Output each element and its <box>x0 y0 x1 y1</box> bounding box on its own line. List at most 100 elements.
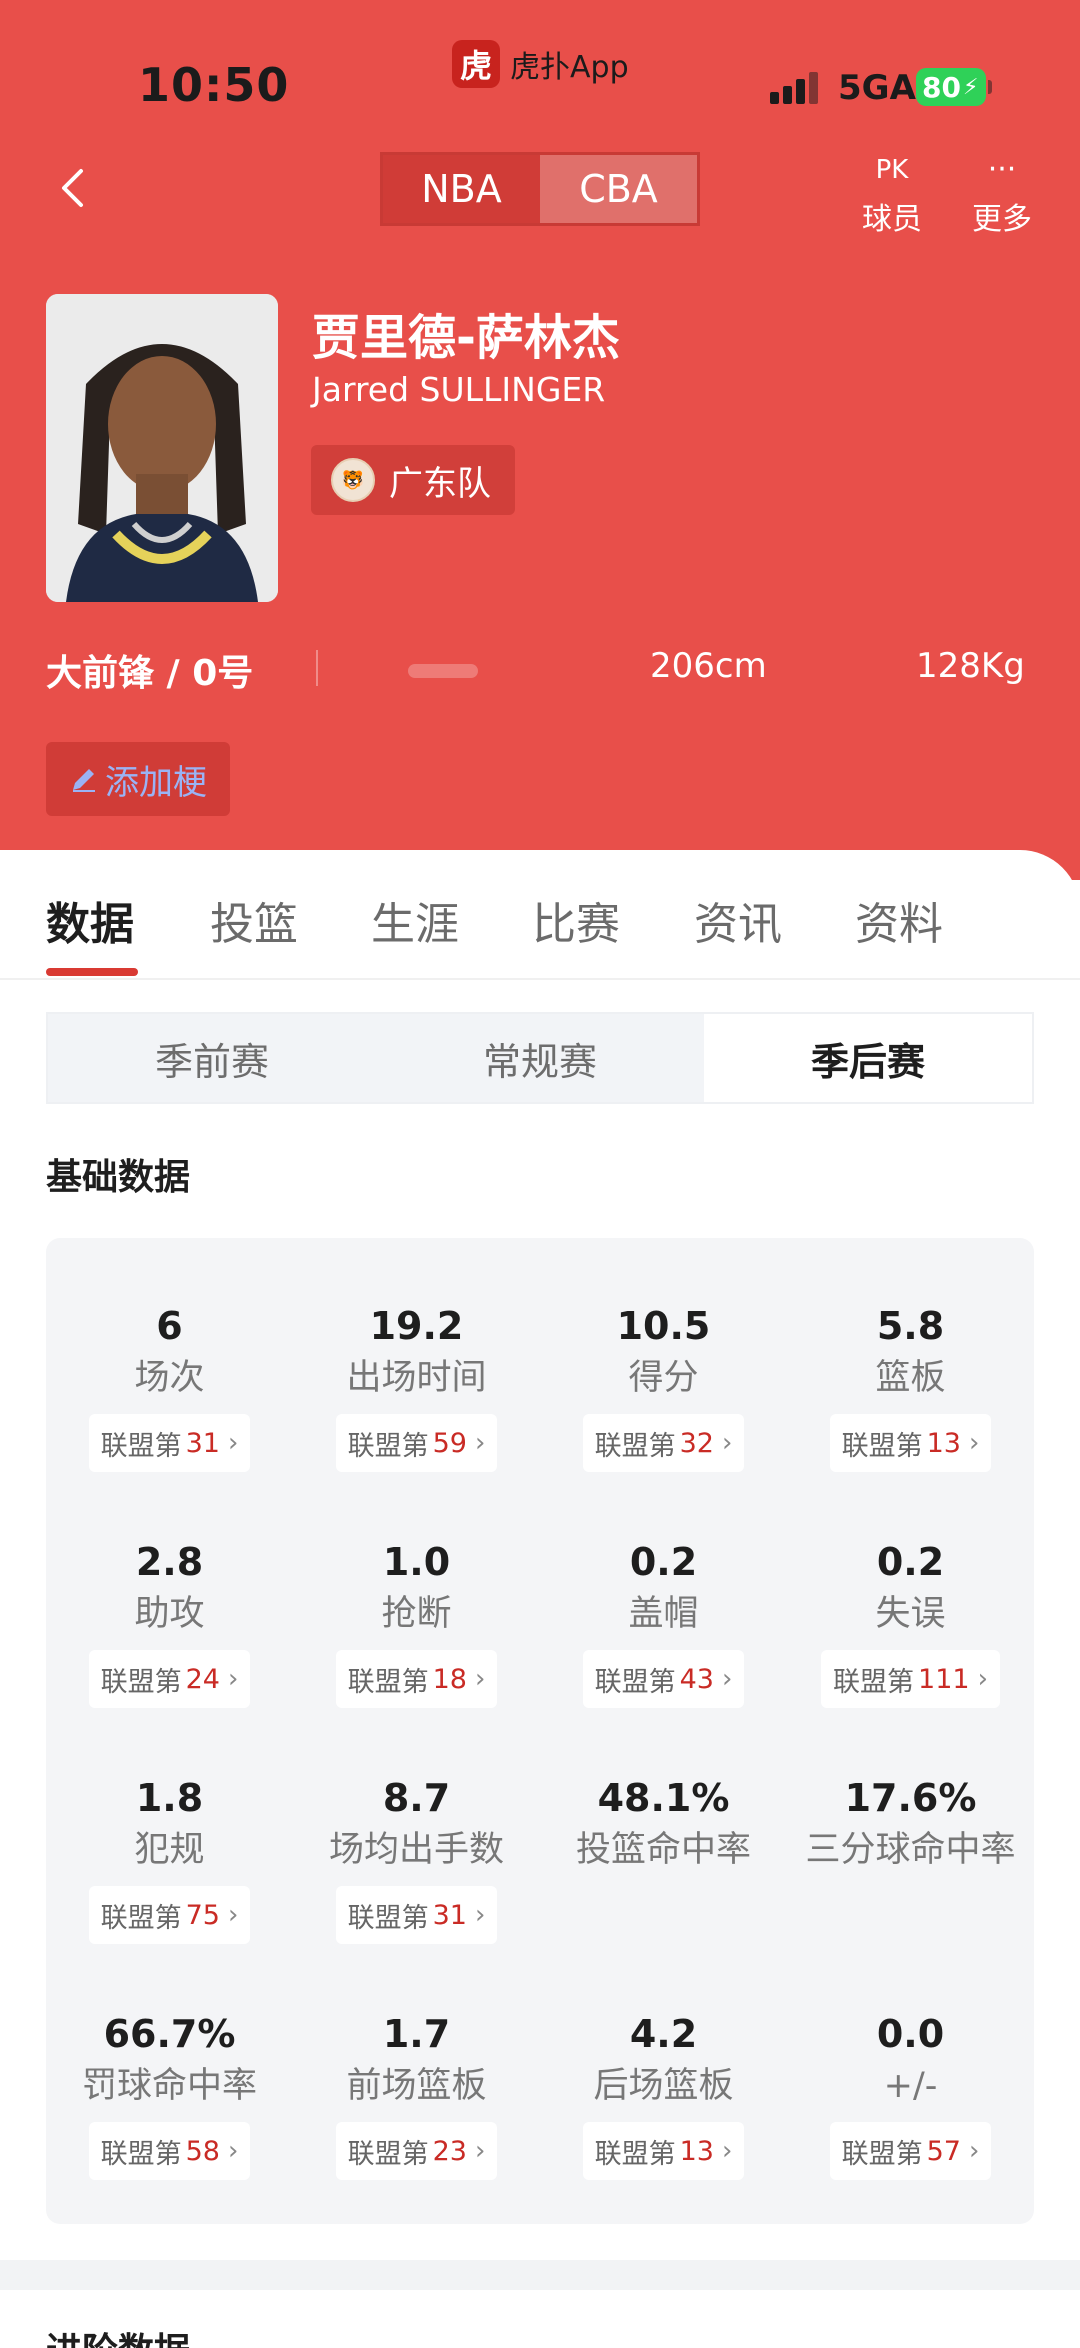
rank-prefix: 联盟第 <box>347 1666 429 1698</box>
league-rank-button[interactable]: 联盟第 31 › <box>88 1414 251 1472</box>
league-rank-button[interactable]: 联盟第 111 › <box>821 1650 1000 1708</box>
add-meme-button[interactable]: 添加梗 <box>46 742 230 816</box>
league-rank-button[interactable]: 联盟第 59 › <box>335 1414 498 1472</box>
cell-signal-icon <box>770 70 822 104</box>
season-preseason[interactable]: 季前赛 <box>48 1014 376 1102</box>
tab-career[interactable]: 生涯 <box>371 888 459 952</box>
more-icon: ··· <box>987 152 1017 187</box>
rank-number: 32 <box>679 1427 714 1459</box>
league-rank-button[interactable]: 联盟第 57 › <box>829 2122 992 2180</box>
league-rank-button[interactable]: 联盟第 43 › <box>582 1650 745 1708</box>
stat-label: 得分 <box>628 1358 699 1398</box>
tab-shooting[interactable]: 投篮 <box>210 888 298 952</box>
stat-label: 场次 <box>134 1358 205 1398</box>
league-rank-button[interactable]: 联盟第 18 › <box>335 1650 498 1708</box>
rank-prefix: 联盟第 <box>100 1430 182 1462</box>
info-divider <box>316 650 318 686</box>
season-playoffs[interactable]: 季后赛 <box>704 1014 1032 1102</box>
position-number: 大前锋 / 0号 <box>46 653 254 694</box>
league-rank-button[interactable]: 联盟第 75 › <box>88 1886 251 1944</box>
tab-data[interactable]: 数据 <box>46 888 134 952</box>
chevron-right-icon: › <box>227 1664 239 1694</box>
tab-nba[interactable]: NBA <box>383 155 540 223</box>
chevron-right-icon: › <box>721 1664 733 1694</box>
battery-level: 80 <box>922 70 961 104</box>
league-rank-button[interactable]: 联盟第 13 › <box>829 1414 992 1472</box>
league-rank-button[interactable]: 联盟第 23 › <box>335 2122 498 2180</box>
rank-number: 75 <box>185 1899 220 1931</box>
stat-label: 罚球命中率 <box>81 2066 257 2106</box>
stat-cell: 6 场次联盟第 31 › <box>46 1300 293 1472</box>
rank-number: 24 <box>185 1663 220 1695</box>
more-label: 更多 <box>972 202 1032 237</box>
chevron-right-icon: › <box>721 2136 733 2166</box>
rank-number: 13 <box>926 1427 961 1459</box>
chevron-left-icon <box>62 169 83 207</box>
stat-value: 10.5 <box>616 1304 711 1348</box>
stat-value: 4.2 <box>629 2012 698 2056</box>
network-type: 5GA <box>838 68 916 108</box>
league-rank-button[interactable]: 联盟第 31 › <box>335 1886 498 1944</box>
stat-cell: 0.0 +/- 联盟第 57 › <box>787 2008 1034 2180</box>
pk-label: 球员 <box>862 202 922 237</box>
stat-cell: 1.7 前场篮板联盟第 23 › <box>293 2008 540 2180</box>
rank-number: 13 <box>679 2135 714 2167</box>
rank-number: 111 <box>918 1663 970 1695</box>
stat-value: 0.2 <box>876 1540 945 1584</box>
stat-value: 66.7% <box>103 2012 236 2056</box>
stat-label: 出场时间 <box>346 1358 487 1398</box>
stat-value: 48.1% <box>597 1776 730 1820</box>
stat-label: 抢断 <box>381 1594 452 1634</box>
stat-value: 1.8 <box>135 1776 204 1820</box>
chevron-right-icon: › <box>474 2136 486 2166</box>
rank-prefix: 联盟第 <box>347 1430 429 1462</box>
rank-number: 58 <box>185 2135 220 2167</box>
tab-news[interactable]: 资讯 <box>694 888 782 952</box>
stat-label: 犯规 <box>134 1830 205 1870</box>
back-button[interactable] <box>50 162 94 214</box>
more-button[interactable]: ··· 更多 <box>962 150 1042 238</box>
rank-prefix: 联盟第 <box>594 2138 676 2170</box>
stat-value: 6 <box>156 1304 183 1348</box>
basic-stats-title: 基础数据 <box>46 1157 191 1198</box>
season-regular[interactable]: 常规赛 <box>376 1014 704 1102</box>
stat-label: 投篮命中率 <box>575 1830 751 1870</box>
battery-icon: 80 ⚡ <box>916 68 992 106</box>
rank-prefix: 联盟第 <box>347 1902 429 1934</box>
chevron-right-icon: › <box>968 1428 980 1458</box>
rank-prefix: 联盟第 <box>841 1430 923 1462</box>
chevron-right-icon: › <box>227 2136 239 2166</box>
stat-value: 17.6% <box>844 1776 977 1820</box>
stat-label: 篮板 <box>875 1358 946 1398</box>
section-tabs: 数据 投篮 生涯 比赛 资讯 资料 <box>0 880 1080 980</box>
app-name: 虎扑App <box>510 50 629 85</box>
stat-label: 助攻 <box>134 1594 205 1634</box>
stat-cell: 0.2 盖帽 联盟第 43 › <box>540 1536 787 1708</box>
rank-number: 18 <box>432 1663 467 1695</box>
chevron-right-icon: › <box>721 1428 733 1458</box>
rank-prefix: 联盟第 <box>100 1666 182 1698</box>
stat-value: 8.7 <box>382 1776 451 1820</box>
app-badge: 虎 虎扑App <box>452 40 629 88</box>
stat-value: 0.0 <box>876 2012 945 2056</box>
team-chip[interactable]: 🐯 广东队 <box>311 445 515 515</box>
stat-value: 1.7 <box>382 2012 451 2056</box>
charging-icon: ⚡ <box>962 74 979 100</box>
stat-label: 后场篮板 <box>593 2066 734 2106</box>
tab-games[interactable]: 比赛 <box>532 888 620 952</box>
tab-profile[interactable]: 资料 <box>855 888 943 952</box>
league-rank-button[interactable]: 联盟第 24 › <box>88 1650 251 1708</box>
rank-number: 23 <box>432 2135 467 2167</box>
tab-cba[interactable]: CBA <box>540 155 697 223</box>
rank-number: 57 <box>926 2135 961 2167</box>
league-rank-button[interactable]: 联盟第 32 › <box>582 1414 745 1472</box>
rank-prefix: 联盟第 <box>594 1666 676 1698</box>
player-name-en: Jarred SULLINGER <box>312 370 606 409</box>
team-name: 广东队 <box>389 463 491 504</box>
stat-label: 前场篮板 <box>346 2066 487 2106</box>
league-rank-button[interactable]: 联盟第 58 › <box>88 2122 251 2180</box>
pk-button[interactable]: PK 球员 <box>852 150 932 238</box>
league-rank-button[interactable]: 联盟第 13 › <box>582 2122 745 2180</box>
stat-cell: 0.2 失误 联盟第 111 › <box>787 1536 1034 1708</box>
season-selector: 季前赛 常规赛 季后赛 <box>46 1012 1034 1104</box>
